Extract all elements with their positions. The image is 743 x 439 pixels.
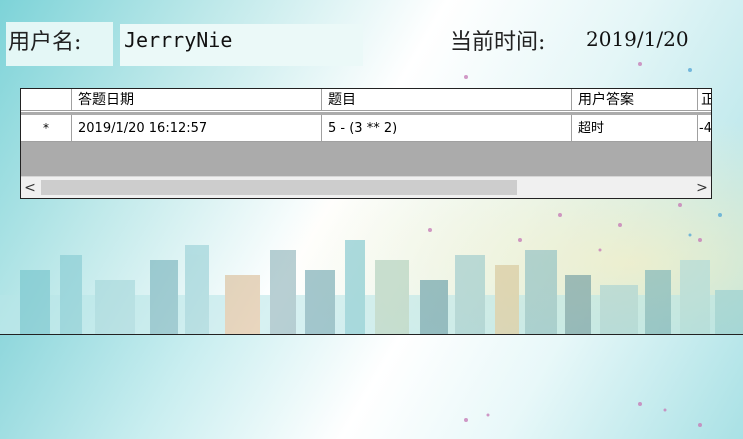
cell-question[interactable]: 5 - (3 ** 2) xyxy=(322,115,572,142)
column-header-question[interactable]: 题目 xyxy=(322,89,572,111)
scroll-right-button[interactable]: > xyxy=(693,177,711,198)
row-selector-new[interactable]: * xyxy=(21,115,72,142)
column-header-date[interactable]: 答题日期 xyxy=(72,89,322,111)
scroll-left-button[interactable]: < xyxy=(21,177,39,198)
column-header-user-answer[interactable]: 用户答案 xyxy=(572,89,698,111)
scrollbar-thumb[interactable] xyxy=(41,180,517,195)
current-time-field[interactable]: 2019/1/20 xyxy=(582,24,732,66)
cell-date[interactable]: 2019/1/20 16:12:57 xyxy=(72,115,322,142)
grid-header-row: 答题日期 题目 用户答案 正 xyxy=(21,89,711,112)
cell-user-answer[interactable]: 超时 xyxy=(572,115,698,142)
header-selector-cell xyxy=(21,89,72,111)
column-header-correct[interactable]: 正 xyxy=(698,89,711,111)
cell-correct-answer[interactable]: -4 xyxy=(698,115,711,142)
username-field[interactable]: JerrryNie xyxy=(120,24,363,66)
username-label: 用户名: xyxy=(8,30,82,55)
table-row[interactable]: * 2019/1/20 16:12:57 5 - (3 ** 2) 超时 -4 xyxy=(21,115,711,142)
answer-history-grid[interactable]: 答题日期 题目 用户答案 正 * 2019/1/20 16:12:57 5 - … xyxy=(20,88,712,199)
current-time-label: 当前时间: xyxy=(450,30,546,55)
horizontal-scrollbar[interactable]: < > xyxy=(21,176,711,198)
